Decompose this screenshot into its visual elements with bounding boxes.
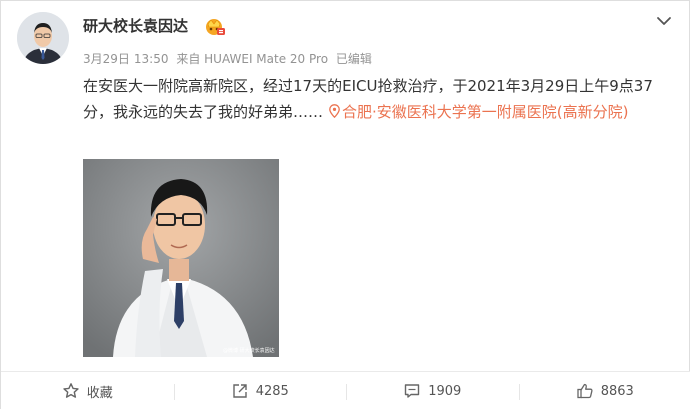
chevron-down-icon[interactable] (655, 13, 673, 27)
action-bar: 收藏 4285 1909 8863 (1, 371, 690, 410)
post-source: 来自 HUAWEI Mate 20 Pro (176, 52, 328, 66)
collect-label: 收藏 (87, 382, 113, 401)
repost-button[interactable]: 4285 (174, 372, 347, 410)
like-button[interactable]: 8863 (519, 372, 690, 410)
comment-icon (403, 382, 421, 400)
username[interactable]: 研大校长袁因达 (83, 15, 188, 36)
weibo-post-card: 研大校长袁因达 3月29日 13:50 来自 HUAWEI Mate 20 Pro… (0, 0, 690, 409)
share-icon (231, 382, 249, 400)
post-meta: 3月29日 13:50 来自 HUAWEI Mate 20 Pro 已编辑 (83, 50, 376, 67)
avatar[interactable] (17, 12, 69, 64)
thumbs-up-icon (576, 382, 594, 400)
post-body: 在安医大一附院高新院区，经过17天的EICU抢救治疗，于2021年3月29日上午… (83, 73, 671, 125)
star-icon (62, 382, 80, 400)
comment-count: 1909 (428, 384, 461, 399)
vip-crown-icon[interactable] (204, 16, 226, 36)
like-count: 8863 (601, 384, 634, 399)
edited-label[interactable]: 已编辑 (336, 52, 372, 66)
post-date[interactable]: 3月29日 (83, 52, 130, 66)
collect-button[interactable]: 收藏 (1, 372, 174, 410)
post-time[interactable]: 13:50 (134, 52, 169, 66)
post-photo[interactable]: @微博 研大校长袁因达 (83, 159, 279, 357)
location-pin-icon (329, 104, 340, 118)
location-link[interactable]: 合肥·安徽医科大学第一附属医院(高新分院) (329, 103, 628, 121)
repost-count: 4285 (256, 384, 289, 399)
comment-button[interactable]: 1909 (346, 372, 519, 410)
photo-watermark: @微博 研大校长袁因达 (223, 347, 275, 354)
location-label: 合肥·安徽医科大学第一附属医院(高新分院) (342, 103, 628, 121)
